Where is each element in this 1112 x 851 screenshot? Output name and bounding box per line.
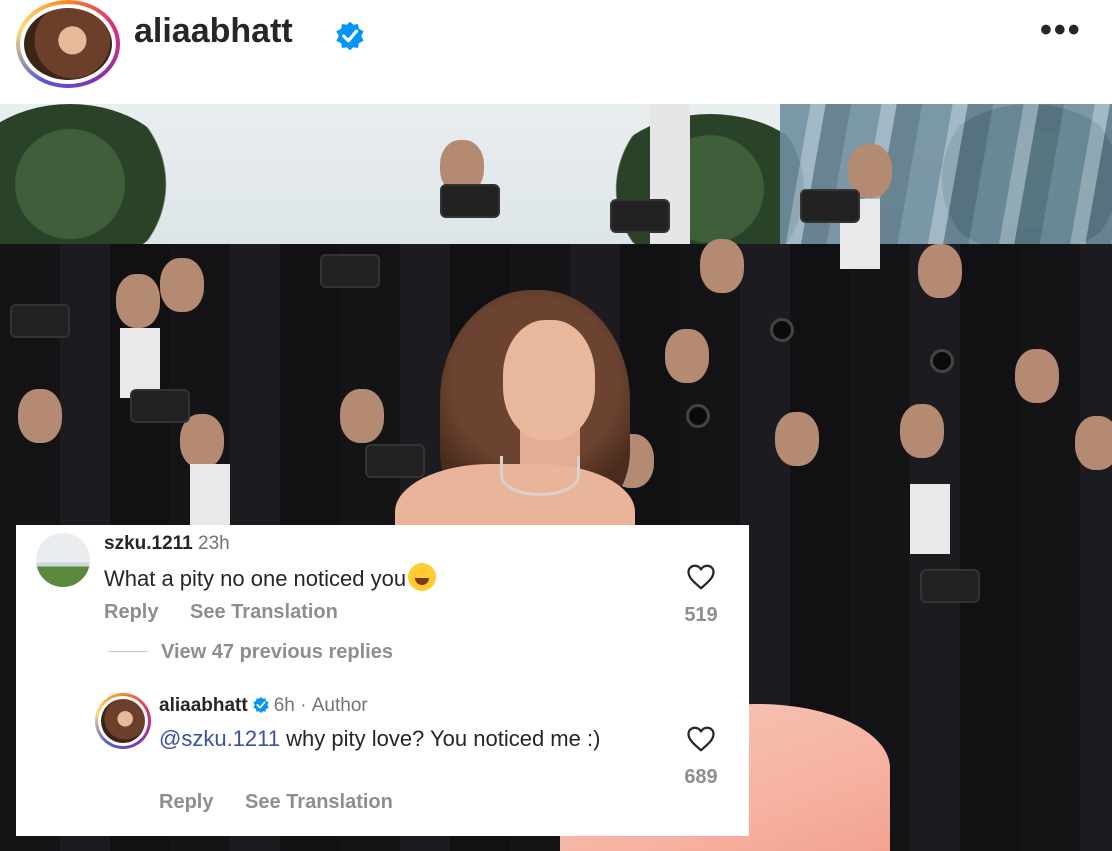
photographer-shirt [120,328,160,398]
reply-button[interactable]: Reply [159,791,213,813]
photographer-face [340,389,384,443]
comment-text: What a pity no one noticed you [104,563,437,592]
author-label: Author [311,695,368,716]
reply-time: 6h [273,695,295,716]
more-options-icon[interactable]: ••• [1040,13,1082,47]
profile-avatar[interactable] [16,0,120,88]
comment-time: 23h [198,533,230,554]
camera-lens [770,318,794,342]
commenter-avatar[interactable] [36,533,90,587]
camera-lens [930,349,954,373]
comment-body: What a pity no one noticed you [104,566,407,591]
reply-actions: Reply See Translation [159,791,419,814]
photographer-face [900,404,944,458]
reply-username[interactable]: aliaabhatt [159,695,248,716]
camera [320,254,380,288]
post-username[interactable]: aliaabhatt [134,12,293,51]
reply-text: @szku.1211 why pity love? You noticed me… [159,725,639,753]
camera-lens [686,404,710,428]
like-heart-icon[interactable] [686,725,716,753]
laughing-emoji-icon [408,563,437,591]
camera [920,569,980,603]
camera [610,199,670,233]
reply-body: why pity love? You noticed me :) [280,726,601,751]
reply-avatar[interactable] [95,693,151,749]
photographer-face [665,329,709,383]
camera [440,184,500,218]
verified-badge-icon [253,696,269,714]
subject-necklace [500,456,580,496]
photographer-face [1075,416,1112,470]
photographer-face [775,412,819,466]
camera [365,444,425,478]
photographer-face [918,244,962,298]
comment-panel: szku.1211 23h What a pity no one noticed… [16,525,749,836]
reply-button[interactable]: Reply [104,601,158,623]
view-previous-replies-button[interactable]: View 47 previous replies [161,641,393,664]
photographer-face [160,258,204,312]
photographer-face [1015,349,1059,403]
see-translation-button[interactable]: See Translation [190,601,338,623]
see-translation-button[interactable]: See Translation [245,791,393,813]
comment-header: szku.1211 23h [104,533,230,555]
photographer-face [700,239,744,293]
comment-actions: Reply See Translation [104,601,364,624]
mention-link[interactable]: @szku.1211 [159,726,280,751]
view-replies-line [108,651,148,652]
verified-badge-icon [336,21,364,51]
subject-face [503,320,595,440]
reply-separator: · [300,695,307,716]
post-header: aliaabhatt ••• [0,0,1112,104]
camera [10,304,70,338]
reply-like-count: 689 [684,766,718,788]
photographer-face [18,389,62,443]
comment-like-count: 519 [684,604,718,626]
photographer-shirt [190,464,230,534]
camera [130,389,190,423]
camera [800,189,860,223]
commenter-username[interactable]: szku.1211 [104,533,193,554]
reply-header: aliaabhatt 6h · Author [159,695,368,717]
photographer-face [116,274,160,328]
photographer-shirt [910,484,950,554]
like-heart-icon[interactable] [686,563,716,591]
